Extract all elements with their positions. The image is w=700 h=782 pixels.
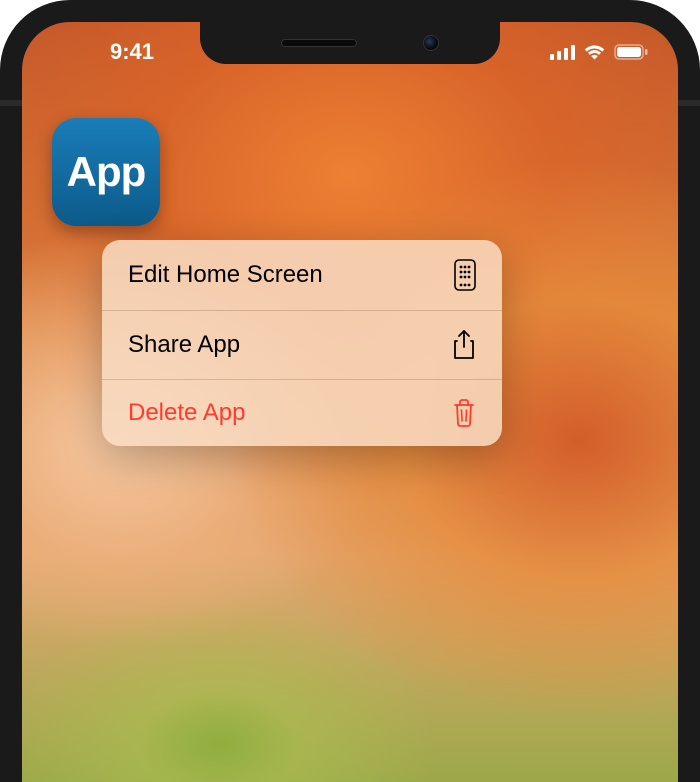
phone-band bbox=[678, 100, 700, 106]
front-camera bbox=[423, 35, 439, 51]
phone-frame: 9:41 bbox=[0, 0, 700, 782]
wifi-icon bbox=[583, 44, 606, 60]
menu-item-label: Share App bbox=[128, 331, 240, 359]
apps-icon bbox=[454, 259, 476, 291]
phone-band bbox=[0, 100, 22, 106]
menu-item-label: Delete App bbox=[128, 399, 245, 427]
notch bbox=[200, 22, 500, 64]
menu-item-edit-home-screen[interactable]: Edit Home Screen bbox=[102, 240, 502, 311]
app-icon-label: App bbox=[67, 148, 146, 196]
cellular-icon bbox=[550, 44, 575, 60]
menu-item-delete-app[interactable]: Delete App bbox=[102, 380, 502, 446]
status-icons bbox=[488, 34, 648, 60]
app-icon[interactable]: App bbox=[52, 118, 160, 226]
menu-item-label: Edit Home Screen bbox=[128, 261, 323, 289]
speaker bbox=[281, 39, 357, 47]
share-icon bbox=[452, 330, 476, 360]
battery-icon bbox=[614, 44, 648, 60]
context-menu: Edit Home Screen Share App Delet bbox=[102, 240, 502, 446]
status-time: 9:41 bbox=[52, 29, 212, 65]
trash-icon bbox=[452, 399, 476, 427]
home-screen[interactable]: 9:41 bbox=[22, 22, 678, 782]
menu-item-share-app[interactable]: Share App bbox=[102, 311, 502, 380]
